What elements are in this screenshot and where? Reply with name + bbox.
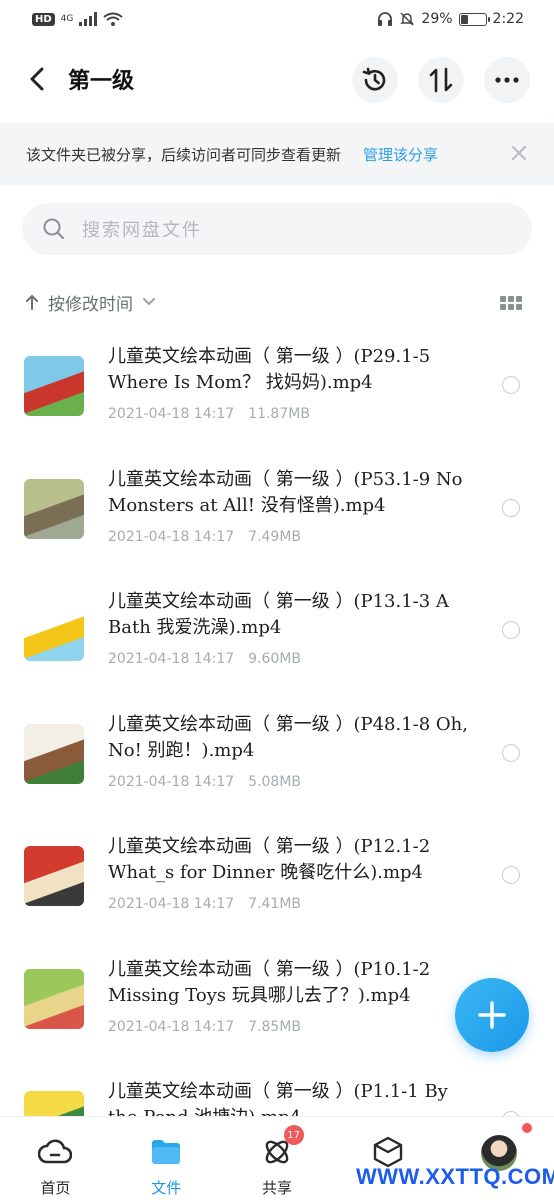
headphone-icon — [378, 12, 393, 26]
nav-label-share: 共享 — [261, 1179, 292, 1197]
chevron-down-icon — [143, 298, 155, 306]
video-thumbnail — [24, 356, 84, 416]
file-size: 7.85MB — [248, 1018, 302, 1035]
file-meta: 2021-04-18 14:17 7.41MB — [108, 896, 301, 912]
watermark: WWW.XXTTQ.COM — [356, 1164, 554, 1189]
share-badge: 17 — [283, 1125, 304, 1145]
file-name: 儿童英文绘本动画（ 第一级 ）(P12.1-2 What_s for Dinne… — [108, 836, 431, 883]
file-name: 儿童英文绘本动画（ 第一级 ）(P29.1-5 Where Is Mom？ 找妈… — [108, 346, 431, 393]
select-checkbox[interactable] — [502, 866, 520, 884]
folder-icon — [149, 1135, 183, 1169]
close-icon[interactable] — [508, 142, 530, 164]
battery-fill — [460, 14, 468, 24]
file-meta: 2021-04-18 14:17 7.85MB — [108, 1019, 301, 1035]
nav-item-home[interactable]: 首页 — [0, 1117, 111, 1200]
file-item[interactable]: 儿童英文绘本动画（ 第一级 ）(P29.1-5 Where Is Mom？ 找妈… — [0, 330, 554, 453]
nav-item-files[interactable]: 文件 — [111, 1117, 222, 1200]
sort-icon — [429, 67, 453, 93]
back-button[interactable] — [22, 64, 52, 94]
video-thumbnail — [24, 1091, 84, 1116]
cloud-icon — [38, 1135, 73, 1169]
add-button[interactable] — [455, 978, 529, 1052]
history-icon — [362, 67, 386, 91]
nav-label-home: 首页 — [40, 1179, 71, 1197]
battery-icon — [458, 12, 490, 26]
file-item[interactable]: 儿童英文绘本动画（ 第一级 ）(P13.1-3 A Bath 我爱洗澡).mp4… — [0, 575, 554, 698]
file-meta: 2021-04-18 14:17 7.49MB — [108, 529, 301, 545]
file-date: 2021-04-18 14:17 — [108, 1018, 235, 1035]
file-name: 儿童英文绘本动画（ 第一级 ）(P13.1-3 A Bath 我爱洗澡).mp4 — [108, 591, 449, 638]
wifi-icon — [103, 12, 123, 26]
sort-label: 按修改时间 — [48, 294, 133, 315]
video-thumbnail — [24, 723, 84, 784]
file-date: 2021-04-18 14:17 — [108, 773, 235, 790]
select-checkbox[interactable] — [502, 743, 520, 762]
share-banner: 该文件夹已被分享，后续访问者可同步查看更新 管理该分享 — [0, 123, 554, 185]
more-icon — [495, 77, 519, 83]
hd-badge: HD — [32, 12, 55, 26]
nav-item-share[interactable]: 17 共享 — [222, 1117, 333, 1200]
share-banner-text: 该文件夹已被分享，后续访问者可同步查看更新 — [26, 145, 342, 164]
manage-share-link[interactable]: 管理该分享 — [363, 144, 438, 165]
file-name: 儿童英文绘本动画（ 第一级 ）(P53.1-9 No Monsters at A… — [108, 468, 463, 516]
header: 第一级 — [0, 50, 554, 110]
file-size: 7.41MB — [248, 896, 302, 912]
select-checkbox[interactable] — [502, 621, 520, 639]
select-checkbox[interactable] — [502, 376, 520, 394]
network-label: 4G — [60, 14, 74, 24]
video-thumbnail — [24, 478, 84, 539]
signal-icon — [79, 12, 98, 26]
status-right: 29% 2:22 — [377, 11, 524, 27]
status-left: HD 4G — [32, 12, 123, 26]
arrow-up-icon — [26, 295, 38, 310]
file-name: 儿童英文绘本动画（ 第一级 ）(P1.1-1 By the Pond 池塘边).… — [108, 1081, 448, 1116]
file-size: 7.49MB — [248, 528, 302, 545]
page-title: 第一级 — [68, 69, 135, 94]
file-item[interactable]: 儿童英文绘本动画（ 第一级 ）(P48.1-8 Oh, No! 别跑！).mp4… — [0, 698, 554, 821]
status-bar: HD 4G 29% 2:22 — [0, 0, 554, 38]
video-thumbnail — [24, 846, 84, 906]
search-input[interactable]: 搜索网盘文件 — [22, 203, 532, 255]
sort-selector[interactable]: 按修改时间 — [26, 284, 155, 320]
file-meta: 2021-04-18 14:17 11.87MB — [108, 406, 310, 422]
search-icon — [43, 218, 64, 239]
file-size: 11.87MB — [248, 406, 310, 422]
file-date: 2021-04-18 14:17 — [108, 406, 235, 422]
file-date: 2021-04-18 14:17 — [108, 528, 235, 545]
file-item[interactable]: 儿童英文绘本动画（ 第一级 ）(P53.1-9 No Monsters at A… — [0, 453, 554, 576]
plus-icon — [478, 1001, 506, 1029]
file-item[interactable]: 儿童英文绘本动画（ 第一级 ）(P12.1-2 What_s for Dinne… — [0, 820, 554, 943]
video-thumbnail — [24, 601, 84, 661]
sort-button[interactable] — [418, 57, 464, 103]
more-button[interactable] — [484, 57, 530, 103]
search-placeholder: 搜索网盘文件 — [82, 220, 202, 241]
clock: 2:22 — [492, 11, 524, 27]
file-date: 2021-04-18 14:17 — [108, 651, 235, 667]
notification-dot — [521, 1123, 532, 1133]
video-thumbnail — [24, 968, 84, 1029]
battery-percent: 29% — [421, 11, 453, 27]
select-checkbox[interactable] — [502, 498, 520, 517]
file-name: 儿童英文绘本动画（ 第一级 ）(P10.1-2 Missing Toys 玩具哪… — [108, 958, 431, 1006]
file-item[interactable]: 儿童英文绘本动画（ 第一级 ）(P1.1-1 By the Pond 池塘边).… — [0, 1065, 554, 1116]
file-size: 5.08MB — [248, 773, 302, 790]
file-name: 儿童英文绘本动画（ 第一级 ）(P48.1-8 Oh, No! 别跑！).mp4 — [108, 713, 468, 761]
file-date: 2021-04-18 14:17 — [108, 896, 235, 912]
file-size: 9.60MB — [248, 651, 302, 667]
back-icon — [30, 67, 44, 91]
history-button[interactable] — [352, 57, 398, 103]
nav-label-files: 文件 — [151, 1179, 182, 1197]
mute-bell-icon — [400, 12, 415, 26]
grid-view-icon[interactable] — [500, 296, 522, 312]
file-meta: 2021-04-18 14:17 9.60MB — [108, 651, 301, 667]
file-meta: 2021-04-18 14:17 5.08MB — [108, 774, 301, 790]
